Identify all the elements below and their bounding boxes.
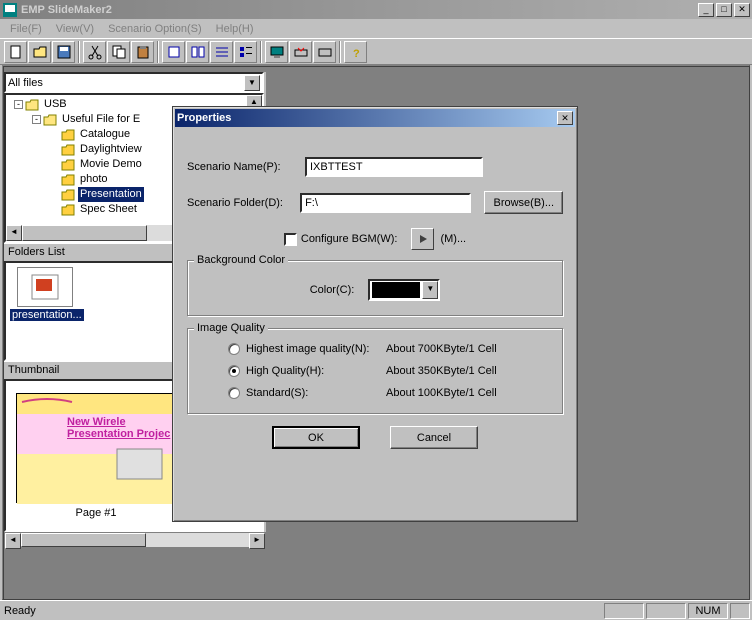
menu-help[interactable]: Help(H)	[210, 21, 260, 37]
color-label: Color(C):	[310, 284, 355, 296]
copy-button[interactable]	[107, 41, 130, 63]
cancel-button[interactable]: Cancel	[390, 426, 478, 449]
statusbar: Ready NUM	[0, 600, 752, 620]
tree-label: USB	[42, 97, 69, 112]
monitor-button[interactable]	[265, 41, 288, 63]
thumb-scrollbar-h[interactable]	[6, 531, 262, 532]
tool4-button[interactable]	[234, 41, 257, 63]
minimize-button[interactable]: _	[698, 3, 714, 17]
new-button[interactable]	[4, 41, 27, 63]
dialog-titlebar[interactable]: Properties ✕	[175, 109, 575, 127]
tool3-button[interactable]	[210, 41, 233, 63]
scroll-right-icon[interactable]: ►	[249, 533, 265, 549]
quality-high-label: High Quality(H):	[246, 365, 386, 377]
color-swatch	[372, 282, 420, 298]
maximize-button[interactable]: □	[716, 3, 732, 17]
menubar: File(F) View(V) Scenario Option(S) Help(…	[0, 19, 752, 38]
main-titlebar: EMP SlideMaker2 _ □ ✕	[0, 0, 752, 19]
paste-button[interactable]	[131, 41, 154, 63]
tree-label: Useful File for E	[60, 112, 142, 127]
scroll-left-icon[interactable]: ◄	[6, 225, 22, 241]
tree-label: photo	[78, 172, 110, 187]
status-text: Ready	[2, 605, 602, 617]
tree-label: Catalogue	[78, 127, 132, 142]
help-button[interactable]: ?	[344, 41, 367, 63]
menu-view[interactable]: View(V)	[50, 21, 100, 37]
configure-bgm-label: Configure BGM(W):	[301, 233, 398, 245]
expand-icon[interactable]: -	[32, 115, 41, 124]
quality-high-radio[interactable]	[228, 365, 240, 377]
properties-dialog: Properties ✕ Scenario Name(P): Scenario …	[172, 106, 578, 522]
quality-high-info: About 350KByte/1 Cell	[386, 365, 497, 377]
tree-label: Presentation	[78, 187, 144, 202]
quality-highest-label: Highest image quality(N):	[246, 343, 386, 355]
browse-button[interactable]: Browse(B)...	[484, 191, 563, 214]
slide-text: Presentation Projec	[67, 428, 170, 440]
background-color-group: Background Color Color(C): ▼	[187, 260, 563, 316]
config-button[interactable]	[313, 41, 336, 63]
quality-highest-info: About 700KByte/1 Cell	[386, 343, 497, 355]
status-cell	[730, 603, 750, 619]
tool1-button[interactable]	[162, 41, 185, 63]
menu-file[interactable]: File(F)	[4, 21, 48, 37]
slide-caption-1: Page #1	[16, 507, 176, 519]
save-button[interactable]	[52, 41, 75, 63]
scenario-folder-label: Scenario Folder(D):	[187, 197, 300, 209]
status-cell	[646, 603, 686, 619]
slide-1[interactable]: New Wirele Presentation Projec	[16, 393, 176, 503]
tool2-button[interactable]	[186, 41, 209, 63]
close-button[interactable]: ✕	[734, 3, 750, 17]
slide-text: New Wirele	[67, 416, 126, 428]
tree-label: Daylightview	[78, 142, 144, 157]
send-button[interactable]	[289, 41, 312, 63]
expand-icon[interactable]: -	[14, 100, 23, 109]
chevron-down-icon[interactable]: ▼	[422, 281, 438, 299]
toolbar: ?	[0, 38, 752, 65]
tree-label: Movie Demo	[78, 157, 144, 172]
dialog-title: Properties	[177, 112, 555, 124]
ok-button[interactable]: OK	[272, 426, 360, 449]
file-item[interactable]: presentation...	[10, 267, 80, 321]
configure-bgm-checkbox[interactable]	[284, 233, 297, 246]
status-cell	[604, 603, 644, 619]
image-quality-group: Image Quality Highest image quality(N): …	[187, 328, 563, 414]
tree-label: Spec Sheet	[78, 202, 139, 217]
scenario-name-input[interactable]	[305, 157, 483, 177]
cut-button[interactable]	[83, 41, 106, 63]
play-button[interactable]	[411, 228, 434, 250]
window-title: EMP SlideMaker2	[21, 4, 696, 16]
quality-highest-radio[interactable]	[228, 343, 240, 355]
file-label: presentation...	[10, 309, 84, 321]
menu-scenario[interactable]: Scenario Option(S)	[102, 21, 208, 37]
open-button[interactable]	[28, 41, 51, 63]
quality-standard-radio[interactable]	[228, 387, 240, 399]
chevron-down-icon[interactable]: ▼	[244, 75, 260, 91]
scroll-left-icon[interactable]: ◄	[5, 533, 21, 549]
status-num: NUM	[688, 603, 728, 619]
scenario-folder-input[interactable]	[300, 193, 471, 213]
bgm-suffix: (M)...	[440, 233, 466, 245]
color-combo[interactable]: ▼	[368, 279, 440, 301]
file-filter-value: All files	[8, 77, 244, 89]
app-icon	[2, 2, 18, 18]
thumb-scrollbar[interactable]: ◄ ►	[4, 532, 266, 548]
quality-standard-label: Standard(S):	[246, 387, 386, 399]
quality-group-title: Image Quality	[194, 322, 268, 334]
dialog-close-button[interactable]: ✕	[557, 111, 573, 125]
bg-group-title: Background Color	[194, 254, 288, 266]
scenario-name-label: Scenario Name(P):	[187, 161, 305, 173]
quality-standard-info: About 100KByte/1 Cell	[386, 387, 497, 399]
powerpoint-icon	[17, 267, 73, 307]
svg-text:?: ?	[353, 48, 360, 60]
file-filter-combo[interactable]: All files ▼	[4, 72, 264, 93]
